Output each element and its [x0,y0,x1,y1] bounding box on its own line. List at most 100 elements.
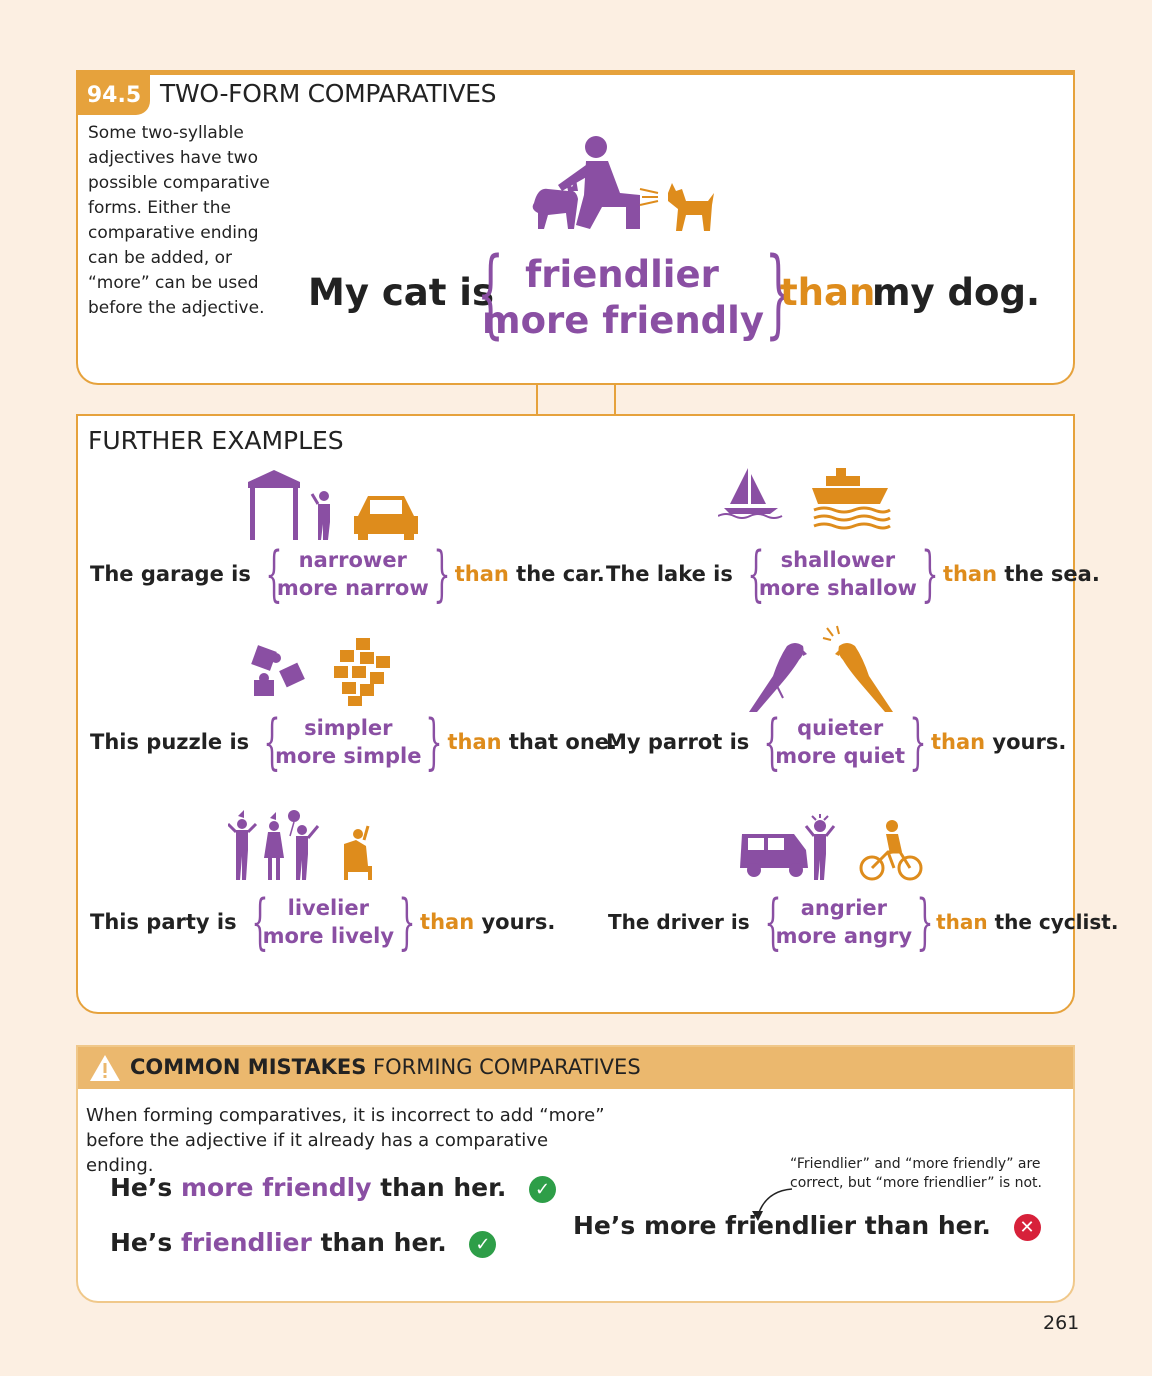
party-people-icon [228,810,372,880]
puzzle-pieces-icon [251,638,390,706]
left-brace: { [250,887,269,957]
example-end: that one. [508,730,617,754]
correct-sentence-1: He’s more friendly than her. ✓ [110,1173,557,1203]
further-examples-title: FURTHER EXAMPLES [88,426,344,455]
further-examples-panel: FURTHER EXAMPLES The garage is {narrowe… [76,414,1118,1014]
garage-car-icon [248,470,418,540]
example-options: angrier more angry [776,894,912,950]
example-than: than [454,562,509,586]
example-driver: The driver is { angrier more angry } tha… [608,892,1118,952]
left-brace: { [763,707,781,777]
page-number: 261 [1043,1312,1080,1334]
wrong-text: He’s more friendlier than her. [573,1211,991,1240]
connector-right [614,385,616,416]
check-icon: ✓ [529,1175,557,1203]
example-than: than [420,910,475,934]
sailboat-ship-icon [718,468,891,530]
sent-post: than her. [380,1173,507,1202]
example-end: yours. [992,730,1067,754]
main-example-start: My cat is [308,271,494,314]
cyclist-icon [859,820,923,881]
van-icon [740,834,808,877]
right-brace: } [433,539,451,609]
example-start: My parrot is [606,730,750,754]
main-example-option2: more friendly [482,299,764,342]
right-brace: } [916,887,934,957]
example-garage: The garage is { narrower more narrow } t… [90,544,605,604]
example-start: The lake is [606,562,733,586]
title-rest: FORMING COMPARATIVES [373,1055,641,1079]
barking-dog-icon [639,183,714,231]
example-party: This party is { livelier more lively } t… [90,892,555,952]
example-options: livelier more lively [263,894,394,950]
section-title: TWO-FORM COMPARATIVES [160,79,497,108]
example-options: simpler more simple [275,714,421,770]
right-brace: } [909,707,927,777]
option2: more angry [775,924,913,948]
mistake-note: “Friendlier” and “more friendly” are cor… [790,1156,1042,1191]
option2: more lively [262,924,395,948]
example-lake: The lake is { shallower more shallow } t… [606,544,1100,604]
example-start: The driver is [608,910,750,934]
angry-driver-cyclist-icon [740,814,923,881]
example-start: This puzzle is [90,730,250,754]
common-mistakes-text: When forming comparatives, it is incorre… [86,1105,605,1176]
sent-pre: He’s [110,1173,173,1202]
left-brace: { [747,539,765,609]
sent-highlight: more friendly [180,1173,372,1202]
car-icon [354,496,418,540]
main-example-option1: friendlier [525,253,719,296]
option1: narrower [298,548,407,572]
option1: quieter [797,716,884,740]
example-than: than [930,730,986,754]
example-puzzle: This puzzle is { simpler more simple } t… [90,712,617,772]
two-form-comparatives-panel: 94.5 TWO-FORM COMPARATIVES Some two-syll… [76,70,1075,385]
right-brace: } [398,887,416,957]
parrot-icon [749,625,893,712]
main-example-end: my dog. [872,271,1040,314]
sent-highlight: friendlier [180,1228,312,1257]
section-number: 94.5 [78,75,150,115]
title-bold: COMMON MISTAKES [130,1055,367,1079]
person-icon [310,491,330,540]
example-end: the car. [516,562,605,586]
section-intro: Some two-syllable adjectives have two po… [88,123,270,318]
example-start: The garage is [90,562,251,586]
common-mistakes-title: COMMON MISTAKES FORMING COMPARATIVES [130,1055,641,1079]
common-mistakes-panel: COMMON MISTAKES FORMING COMPARATIVES Whe… [76,1045,1075,1303]
common-mistakes-header: COMMON MISTAKES FORMING COMPARATIVES [78,1047,1073,1089]
main-example-than: than [780,271,876,314]
option1: shallower [780,548,896,572]
wrong-sentence: He’s more friendlier than her. ✕ [573,1211,1041,1241]
example-start: This party is [90,910,237,934]
example-end: the cyclist. [994,910,1119,934]
option2: more quiet [775,744,905,768]
option1: livelier [287,896,369,920]
sent-post: than her. [320,1228,447,1257]
example-than: than [447,730,502,754]
angry-driver-icon [804,814,836,880]
example-end: yours. [481,910,556,934]
left-brace: { [265,539,283,609]
option2: more narrow [276,576,429,600]
example-options: quieter more quiet [775,714,905,770]
sailboat-icon [718,468,783,519]
example-than: than [942,562,998,586]
ship-icon [812,468,891,530]
right-brace: } [425,707,444,777]
option2: more shallow [758,576,917,600]
option1: simpler [304,716,393,740]
right-brace: } [921,539,939,609]
left-brace: { [263,707,281,777]
option2: more simple [275,744,422,768]
example-options: shallower more shallow [759,546,917,602]
example-options: narrower more narrow [277,546,429,602]
correct-sentence-2: He’s friendlier than her. ✓ [110,1228,497,1258]
left-brace: { [764,887,782,957]
example-parrot: My parrot is { quieter more quiet } than… [606,712,1066,772]
check-icon: ✓ [469,1230,497,1258]
example-than: than [936,910,988,934]
connector-left [536,385,538,416]
option1: angrier [800,896,887,920]
sent-pre: He’s [110,1228,173,1257]
